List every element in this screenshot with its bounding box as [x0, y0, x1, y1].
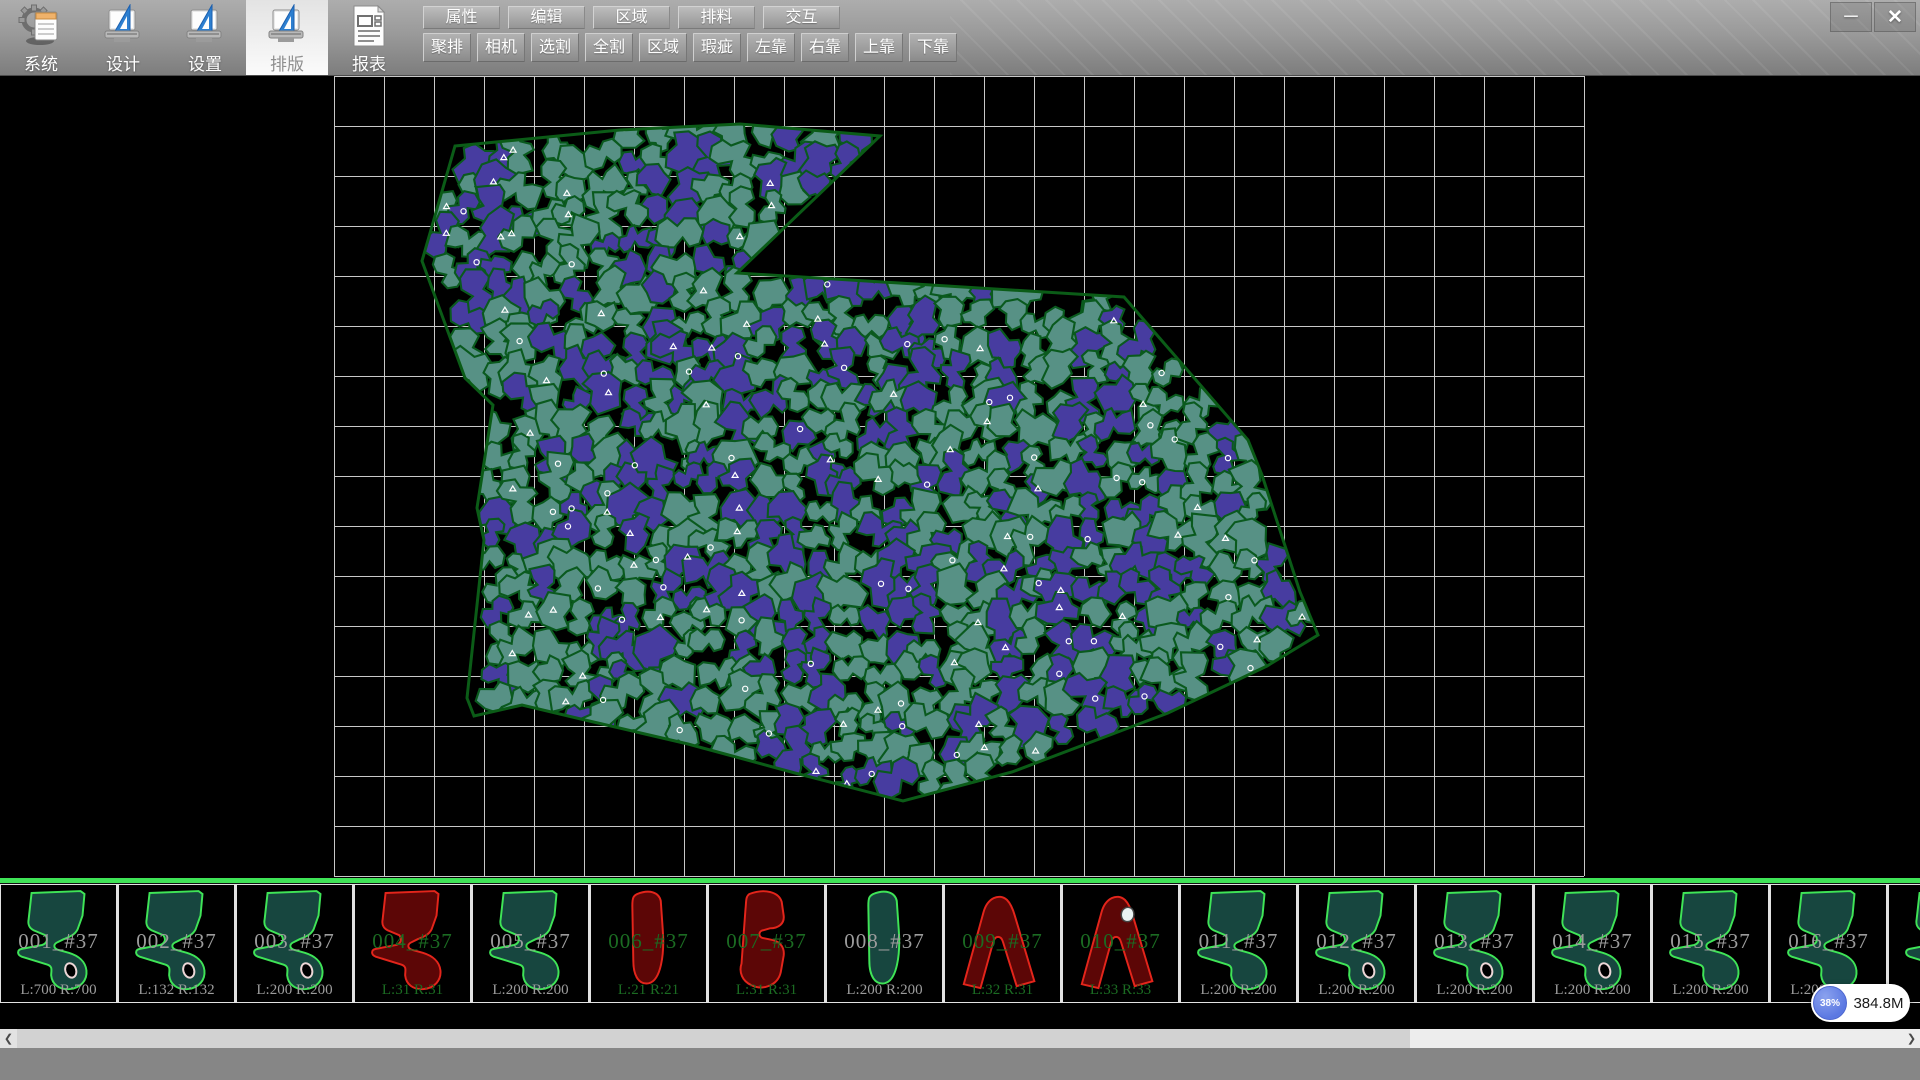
action-button-row: 聚排相机选割全割区域瑕疵左靠右靠上靠下靠	[423, 33, 957, 62]
piece-thumbnail[interactable]: 006_#37 L:21 R:21	[590, 884, 708, 1003]
piece-id-label: 010_#37	[1063, 929, 1178, 954]
piece-thumbnail[interactable]: 004_#37 L:31 R:31	[354, 884, 472, 1003]
action-button-defect[interactable]: 瑕疵	[693, 33, 741, 62]
toolbar-button-label: 报表	[352, 50, 386, 75]
piece-id-label: 001_#37	[1, 929, 116, 954]
toolbar-button-layout[interactable]: 排版	[246, 0, 328, 75]
piece-count-label: L:200 R:200	[1181, 982, 1296, 999]
piece-count-label: L:200 R:200	[1653, 982, 1768, 999]
piece-id-label: 012_#37	[1299, 929, 1414, 954]
progress-circle: 38%	[1813, 986, 1847, 1020]
toolbar-button-label: 排版	[270, 50, 304, 75]
minimize-button[interactable]: ─	[1830, 2, 1872, 32]
scrollbar-thumb[interactable]	[17, 1029, 1410, 1048]
bottom-status-bar	[0, 1048, 1920, 1080]
close-button[interactable]: ✕	[1874, 2, 1916, 32]
piece-thumbnail[interactable]: 005_#37 L:200 R:200	[472, 884, 590, 1003]
piece-thumbnail[interactable]: 012_#37 L:200 R:200	[1298, 884, 1416, 1003]
piece-id-label: 004_#37	[355, 929, 470, 954]
piece-thumbnail[interactable]: 010_#37 L:33 R:33	[1062, 884, 1180, 1003]
piece-thumbnail[interactable]: 009_#37 L:32 R:31	[944, 884, 1062, 1003]
laptop-ruler-icon	[264, 4, 310, 48]
nested-pieces	[414, 103, 1321, 815]
piece-count-label: L:31 R:31	[709, 982, 824, 999]
toolbar-button-settings[interactable]: 设置	[164, 0, 246, 75]
piece-id-label: 011_#37	[1181, 929, 1296, 954]
piece-count-label: L:200 R:200	[237, 982, 352, 999]
piece-id-label: 009_#37	[945, 929, 1060, 954]
piece-count-label: L:32 R:31	[945, 982, 1060, 999]
piece-thumbnail[interactable]: 015_#37 L:200 R:200	[1652, 884, 1770, 1003]
laptop-ruler-icon	[182, 4, 228, 48]
piece-thumbnail[interactable]: 011_#37 L:200 R:200	[1180, 884, 1298, 1003]
piece-id-label: 002_#37	[119, 929, 234, 954]
toolbar: 系统 设计 设置 排版	[0, 0, 1920, 76]
horizontal-scrollbar[interactable]: ❮ ❯	[0, 1029, 1920, 1048]
piece-id-label: 014_#37	[1535, 929, 1650, 954]
toolbar-button-label: 设置	[188, 50, 222, 75]
piece-id-label: 003_#37	[237, 929, 352, 954]
scroll-right-icon[interactable]: ❯	[1903, 1029, 1920, 1048]
action-button-snap-up[interactable]: 上靠	[855, 33, 903, 62]
piece-id-label: 006_#37	[591, 929, 706, 954]
piece-id-label: 007_#37	[709, 929, 824, 954]
piece-id-label: 015_#37	[1653, 929, 1768, 954]
piece-id-label: 013_#37	[1417, 929, 1532, 954]
main-toolbar-buttons: 系统 设计 设置 排版	[0, 0, 410, 75]
tab-edit[interactable]: 编辑	[508, 6, 585, 29]
piece-id-label: 0	[1889, 929, 1920, 954]
memory-value: 384.8M	[1847, 995, 1910, 1012]
tab-interactive[interactable]: 交互	[763, 6, 840, 29]
progress-badge[interactable]: 38% 384.8M	[1811, 984, 1910, 1022]
hide-nesting-view[interactable]	[0, 76, 1920, 878]
piece-count-label: L:33 R:33	[1063, 982, 1178, 999]
toolbar-button-system[interactable]: 系统	[0, 0, 82, 75]
piece-count-label: L:200 R:200	[827, 982, 942, 999]
report-doc-icon	[346, 4, 392, 48]
piece-count-label: L:700 R:700	[1, 982, 116, 999]
piece-count-label: L:200 R:200	[1417, 982, 1532, 999]
action-button-area[interactable]: 区域	[639, 33, 687, 62]
toolbar-button-label: 设计	[106, 50, 140, 75]
action-button-snap-down[interactable]: 下靠	[909, 33, 957, 62]
scroll-left-icon[interactable]: ❮	[0, 1029, 17, 1048]
window-controls: ─ ✕	[1830, 2, 1916, 32]
toolbar-button-design[interactable]: 设计	[82, 0, 164, 75]
tab-region[interactable]: 区域	[593, 6, 670, 29]
action-button-cut-selected[interactable]: 选割	[531, 33, 579, 62]
action-button-snap-left[interactable]: 左靠	[747, 33, 795, 62]
piece-thumbnail[interactable]: 008_#37 L:200 R:200	[826, 884, 944, 1003]
nesting-app-window: 系统 设计 设置 排版	[0, 0, 1920, 1080]
toolbar-button-label: 系统	[24, 50, 58, 75]
action-button-camera[interactable]: 相机	[477, 33, 525, 62]
toolbar-hatch-texture	[950, 0, 1920, 75]
piece-thumbnail[interactable]: 014_#37 L:200 R:200	[1534, 884, 1652, 1003]
action-button-snap-right[interactable]: 右靠	[801, 33, 849, 62]
nesting-canvas[interactable]	[0, 76, 1920, 878]
action-button-cut-all[interactable]: 全割	[585, 33, 633, 62]
piece-count-label: L:200 R:200	[1299, 982, 1414, 999]
menu-tab-row: 属性编辑区域排料交互	[423, 6, 840, 29]
tab-nesting[interactable]: 排料	[678, 6, 755, 29]
piece-thumbnail[interactable]: 003_#37 L:200 R:200	[236, 884, 354, 1003]
piece-thumbnail[interactable]: 007_#37 L:31 R:31	[708, 884, 826, 1003]
piece-id-label: 016_#37	[1771, 929, 1886, 954]
piece-count-label: L:200 R:200	[1535, 982, 1650, 999]
piece-count-label: L:21 R:21	[591, 982, 706, 999]
piece-count-label: L:31 R:31	[355, 982, 470, 999]
action-button-cluster-nest[interactable]: 聚排	[423, 33, 471, 62]
piece-count-label: L:132 R:132	[119, 982, 234, 999]
piece-thumbnail[interactable]: 001_#37 L:700 R:700	[0, 884, 118, 1003]
gear-notepad-icon	[18, 4, 64, 48]
tab-properties[interactable]: 属性	[423, 6, 500, 29]
piece-id-label: 008_#37	[827, 929, 942, 954]
laptop-ruler-icon	[100, 4, 146, 48]
piece-id-label: 005_#37	[473, 929, 588, 954]
piece-thumbnail[interactable]: 002_#37 L:132 R:132	[118, 884, 236, 1003]
toolbar-button-report[interactable]: 报表	[328, 0, 410, 75]
piece-thumbnail[interactable]: 013_#37 L:200 R:200	[1416, 884, 1534, 1003]
piece-count-label: L:200 R:200	[473, 982, 588, 999]
piece-thumbnail-strip: 001_#37L:700 R:700002_#37L:132 R:132003_…	[0, 883, 1920, 1005]
